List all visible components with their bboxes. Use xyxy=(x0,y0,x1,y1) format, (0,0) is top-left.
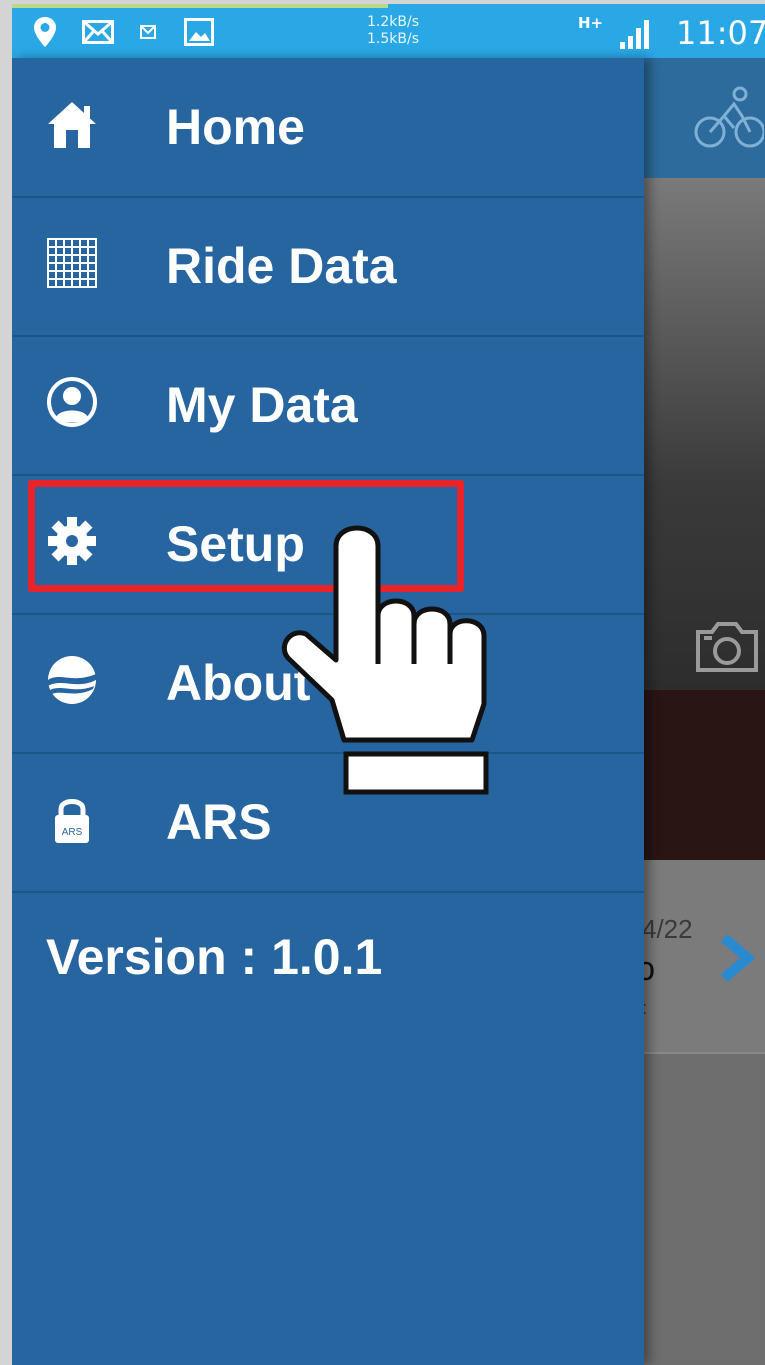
chevron-right-icon[interactable] xyxy=(718,934,754,982)
image-icon xyxy=(184,18,214,46)
message-icon xyxy=(140,25,156,39)
net-speed-up: 1.2kB/s xyxy=(367,14,419,30)
menu-item-label: My Data xyxy=(166,377,358,433)
menu-item-my-data[interactable]: My Data xyxy=(12,336,644,476)
ride-date: 4/22 xyxy=(642,914,693,944)
network-speed: 1.2kB/s 1.5kB/s xyxy=(367,14,419,48)
signal-icon xyxy=(620,20,649,49)
lock-icon-label: ARS xyxy=(62,827,83,838)
camera-icon[interactable] xyxy=(694,620,760,674)
mail-icon xyxy=(82,20,114,44)
grid-icon xyxy=(47,238,97,288)
menu-item-label: Home xyxy=(166,99,305,155)
logo-icon xyxy=(48,656,96,704)
clock: 11:07 xyxy=(676,14,765,52)
download-progress xyxy=(12,4,388,8)
user-icon xyxy=(47,377,97,427)
menu-item-ride-data[interactable]: Ride Data xyxy=(12,197,644,337)
menu-item-label: Ride Data xyxy=(166,238,397,294)
location-icon xyxy=(34,17,56,47)
app-version: Version : 1.0.1 xyxy=(46,929,383,985)
network-type: H+ xyxy=(578,14,604,32)
menu-item-home[interactable]: Home xyxy=(12,58,644,198)
cyclist-icon xyxy=(694,86,764,148)
phone-screen: 1.2kB/s 1.5kB/s H+ 11:07 4/22 ᴐ: Home R… xyxy=(12,4,765,1365)
home-icon xyxy=(48,102,96,148)
menu-item-label: ARS xyxy=(166,794,272,850)
status-bar: 1.2kB/s 1.5kB/s H+ 11:07 xyxy=(12,4,765,58)
net-speed-down: 1.5kB/s xyxy=(367,31,419,47)
pointer-hand-icon xyxy=(281,525,489,795)
lock-icon: ARS xyxy=(55,799,89,843)
